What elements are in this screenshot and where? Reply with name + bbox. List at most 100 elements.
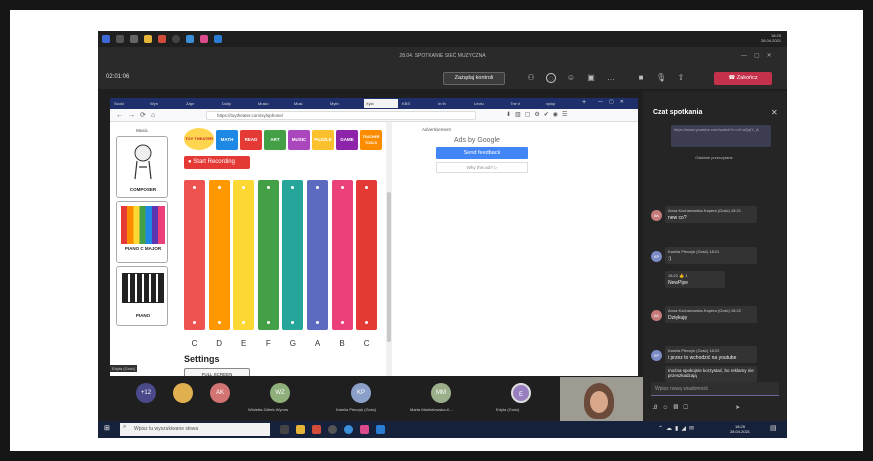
browser-tab[interactable]: Zapr: [184, 99, 218, 108]
more-options-icon[interactable]: …: [606, 73, 616, 83]
leave-button[interactable]: ☎ Zakończ: [714, 72, 772, 85]
xylophone-bar[interactable]: [233, 180, 255, 330]
sticker-icon[interactable]: ▢: [683, 405, 693, 411]
link-message[interactable]: https://www.youtube.com/watch?v=vH-aQqlY…: [671, 125, 771, 147]
address-bar[interactable]: https://toytheater.com/xylophone/: [206, 111, 476, 120]
camera-icon[interactable]: ■: [636, 73, 646, 83]
note-label: A: [314, 339, 321, 348]
page-scrollbar-thumb[interactable]: [387, 192, 391, 342]
search-icon: ⌕: [123, 424, 127, 430]
send-feedback-button[interactable]: Send feedback: [436, 147, 528, 159]
xylophone-bar[interactable]: [356, 180, 378, 330]
chat-message: Kamila Pieczyk (Gość) 18:22 i przez to w…: [665, 346, 757, 363]
notifications-icon[interactable]: ▤: [770, 424, 777, 432]
participant-avatar[interactable]: AK: [210, 383, 230, 403]
format-icon[interactable]: Ꭿ: [653, 405, 662, 411]
participant-name: Kamila Pieczyk (Gość): [336, 407, 377, 412]
browser-tab[interactable]: Myth: [328, 99, 362, 108]
avatar: AK: [651, 310, 662, 321]
request-control-button[interactable]: Zażądaj kontroli: [443, 72, 505, 85]
office-icon[interactable]: [200, 35, 208, 43]
new-tab-icon[interactable]: +: [582, 99, 586, 106]
task-view-icon[interactable]: [130, 35, 138, 43]
participant-avatar[interactable]: KP: [351, 383, 371, 403]
message-text: i przez to wchodzić na youtube: [668, 355, 737, 361]
overflow-participants-count[interactable]: +12: [136, 383, 156, 403]
participant-avatar[interactable]: MM: [431, 383, 451, 403]
participant-photo-avatar[interactable]: [173, 383, 193, 403]
chrome-icon[interactable]: [186, 35, 194, 43]
app-icon[interactable]: [312, 425, 321, 434]
taskbar-search-input[interactable]: Wpisz tu wyszukiwane słowa: [120, 423, 270, 436]
browser-tab[interactable]: xylop: [544, 99, 578, 108]
browser-tab[interactable]: In th: [436, 99, 470, 108]
why-this-ad-button[interactable]: Why this ad? ▷: [436, 162, 528, 173]
xylophone-bar[interactable]: [208, 180, 230, 330]
reactions-icon[interactable]: ☺: [566, 73, 576, 83]
bar-peg: [365, 186, 369, 189]
system-tray-icons[interactable]: ⌃☁▮◢✉: [658, 425, 697, 432]
file-explorer-icon[interactable]: [296, 425, 305, 434]
explorer-icon[interactable]: [144, 35, 152, 43]
word-icon[interactable]: [214, 35, 222, 43]
self-camera-video[interactable]: [560, 377, 643, 421]
webpage: Music COMPOSER PIANO C MAJOR PIANO TOY T…: [110, 122, 638, 376]
xylophone-bar[interactable]: [331, 180, 353, 330]
teams-icon[interactable]: [360, 425, 369, 434]
xylophone-bar[interactable]: [184, 180, 205, 330]
send-icon[interactable]: ➤: [735, 405, 745, 411]
browser-tab[interactable]: Dolly: [220, 99, 254, 108]
browser-tab[interactable]: Szuki: [112, 99, 146, 108]
browser-tab[interactable]: Lectu: [472, 99, 506, 108]
chat-panel: Czat spotkania ✕ https://www.youtube.com…: [643, 91, 787, 421]
new-message-input[interactable]: Wpisz nową wiadomość: [651, 382, 779, 396]
participant-avatar[interactable]: E: [511, 383, 531, 403]
browser-tab-active[interactable]: Xylo: [364, 99, 398, 108]
remote-clock-date: 28.04.2021: [760, 38, 781, 43]
emoji-icon[interactable]: ☺: [662, 405, 673, 411]
participant-avatar[interactable]: WZ: [270, 383, 290, 403]
participant-name: Edyta (Gość): [496, 407, 520, 412]
obs-icon[interactable]: [328, 425, 337, 434]
windows-taskbar: ⊞ Wpisz tu wyszukiwane słowa ⌕ ⌃☁▮◢✉ 18:…: [98, 421, 787, 438]
full-screen-button[interactable]: FULL SCREEN: [184, 368, 250, 376]
search-icon[interactable]: [116, 35, 124, 43]
xylophone-bar[interactable]: [257, 180, 279, 330]
windows-start-icon[interactable]: ⊞: [104, 425, 112, 433]
close-icon[interactable]: ✕: [771, 108, 778, 117]
chrome-icon[interactable]: [344, 425, 353, 434]
browser-tab[interactable]: Wyn: [148, 99, 182, 108]
rooms-icon[interactable]: ▣: [586, 73, 596, 83]
obs-icon[interactable]: [172, 35, 180, 43]
browser-extensions-icons[interactable]: ⬇▥▢⚙✔◉☰: [506, 111, 571, 118]
bar-peg: [242, 321, 246, 324]
chat-icon[interactable]: ◌: [546, 73, 556, 83]
chat-message: 18:22 👍 1 NewPipe: [665, 271, 725, 288]
microphone-icon[interactable]: 🎙: [656, 73, 666, 83]
bar-peg: [291, 321, 295, 324]
share-screen-icon[interactable]: ⇧: [676, 73, 686, 83]
windows-icon[interactable]: [102, 35, 110, 43]
browser-tab[interactable]: Musi: [292, 99, 326, 108]
browser-tab[interactable]: The ri: [508, 99, 542, 108]
bar-peg: [193, 186, 196, 189]
taskbar-clock[interactable]: 18:25 28.04.2021: [730, 424, 750, 434]
browser-tab[interactable]: KBS: [400, 99, 434, 108]
gif-icon[interactable]: ▤: [673, 405, 683, 411]
advertisement-label: Advertisement: [422, 127, 451, 132]
browser-tab[interactable]: Music: [256, 99, 290, 108]
shared-browser-window: Szuki Wyn Zapr Dolly Music Musi Myth Xyl…: [110, 98, 638, 376]
task-view-icon[interactable]: [280, 425, 289, 434]
back-forward-reload-home-icons[interactable]: ←→⟳⌂: [116, 111, 160, 119]
xylophone-bar[interactable]: [307, 180, 328, 330]
bar-peg: [193, 321, 196, 324]
app-icon[interactable]: [158, 35, 166, 43]
participants-icon[interactable]: ⚇: [526, 73, 536, 83]
browser-window-controls[interactable]: —▢✕: [598, 99, 630, 105]
xylophone-bar[interactable]: [282, 180, 304, 330]
avatar: KP: [651, 350, 662, 361]
word-icon[interactable]: [376, 425, 385, 434]
bar-peg: [340, 321, 344, 324]
window-controls[interactable]: —▢✕: [741, 52, 779, 59]
presenter-name-tag: Edyta (Gość): [110, 365, 138, 372]
